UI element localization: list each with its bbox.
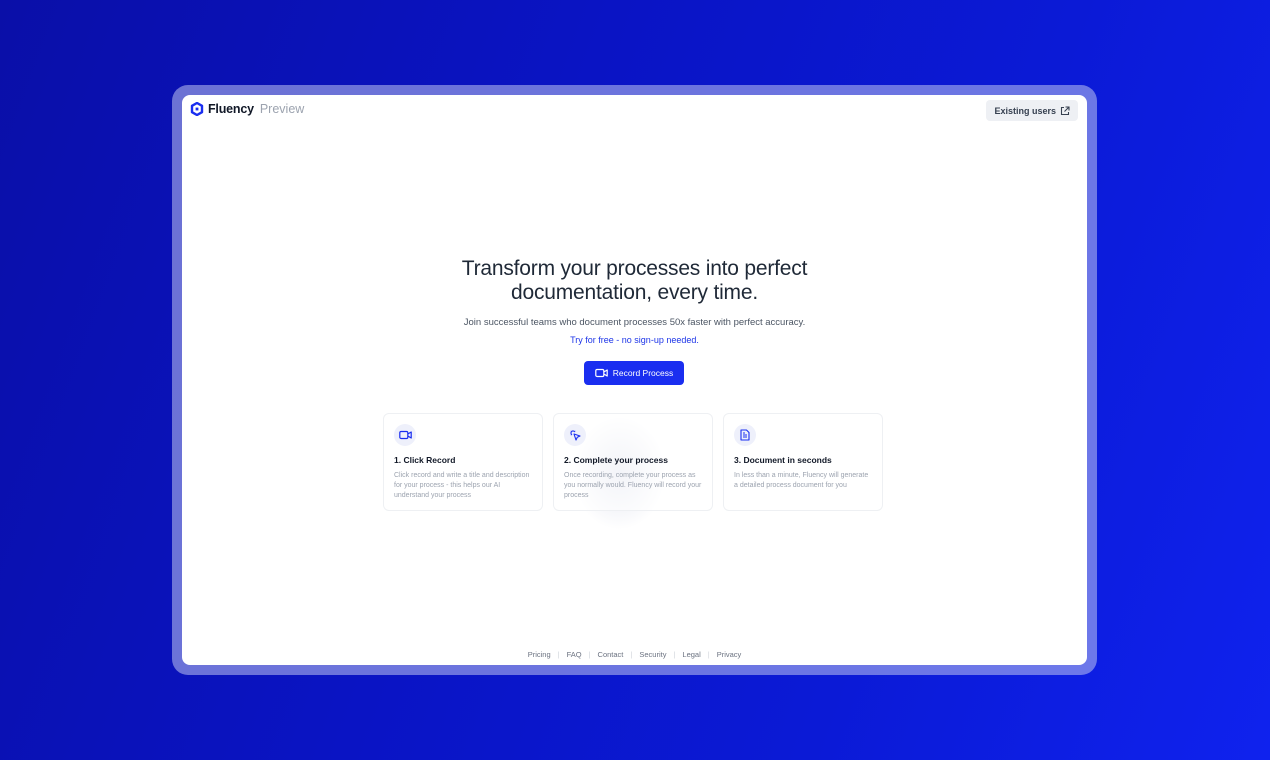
app-name: Fluency [208, 102, 254, 116]
cursor-click-icon [570, 430, 581, 441]
footer-links: Pricing | FAQ | Contact | Security | Legal | Priva… [182, 650, 1087, 659]
document-icon [740, 429, 750, 441]
step-icon-wrap [734, 424, 756, 446]
footer-link-faq[interactable]: FAQ [567, 650, 582, 659]
footer-separator: | [707, 650, 710, 659]
step-icon-wrap [564, 424, 586, 446]
video-camera-icon [594, 368, 608, 378]
step-description: Once recording, complete your process as… [564, 472, 702, 499]
footer-separator: | [588, 650, 591, 659]
headline-line-2: documentation, every time. [511, 281, 758, 304]
try-free-link[interactable]: Try for free - no sign-up needed. [182, 335, 1087, 345]
footer-link-privacy[interactable]: Privacy [717, 650, 742, 659]
footer-separator: | [557, 650, 560, 659]
footer-separator: | [630, 650, 633, 659]
footer-link-security[interactable]: Security [639, 650, 666, 659]
existing-users-label: Existing users [994, 105, 1056, 116]
step-card-document: 3. Document in seconds In less than a mi… [723, 413, 883, 511]
record-process-label: Record Process [612, 368, 674, 378]
page-title: Transform your processes into perfect do… [182, 257, 1087, 305]
headline-line-1: Transform your processes into perfect [461, 257, 808, 280]
footer-link-contact[interactable]: Contact [598, 650, 624, 659]
footer-link-legal[interactable]: Legal [682, 650, 700, 659]
footer-separator: | [673, 650, 676, 659]
step-title: 1. Click Record [394, 455, 456, 465]
step-title: 3. Document in seconds [734, 455, 832, 465]
record-process-button[interactable]: Record Process [584, 361, 684, 385]
brand[interactable]: Fluency Preview [190, 102, 304, 116]
step-description: Click record and write a title and descr… [394, 472, 530, 499]
step-description: In less than a minute, Fluency will gene… [734, 472, 869, 489]
fluency-logo-icon [190, 102, 204, 116]
existing-users-button[interactable]: Existing users [986, 100, 1078, 121]
app-tag: Preview [259, 102, 305, 116]
step-card-complete: 2. Complete your process Once recording,… [553, 413, 713, 511]
external-link-icon [1060, 105, 1070, 115]
footer-link-pricing[interactable]: Pricing [528, 650, 551, 659]
app-window: Fluency Preview Existing users Transform… [182, 95, 1087, 665]
video-camera-icon [398, 430, 412, 440]
subheading: Join successful teams who document proce… [463, 317, 806, 328]
step-card-record: 1. Click Record Click record and write a… [383, 413, 543, 511]
step-icon-wrap [394, 424, 416, 446]
step-title: 2. Complete your process [564, 455, 668, 465]
